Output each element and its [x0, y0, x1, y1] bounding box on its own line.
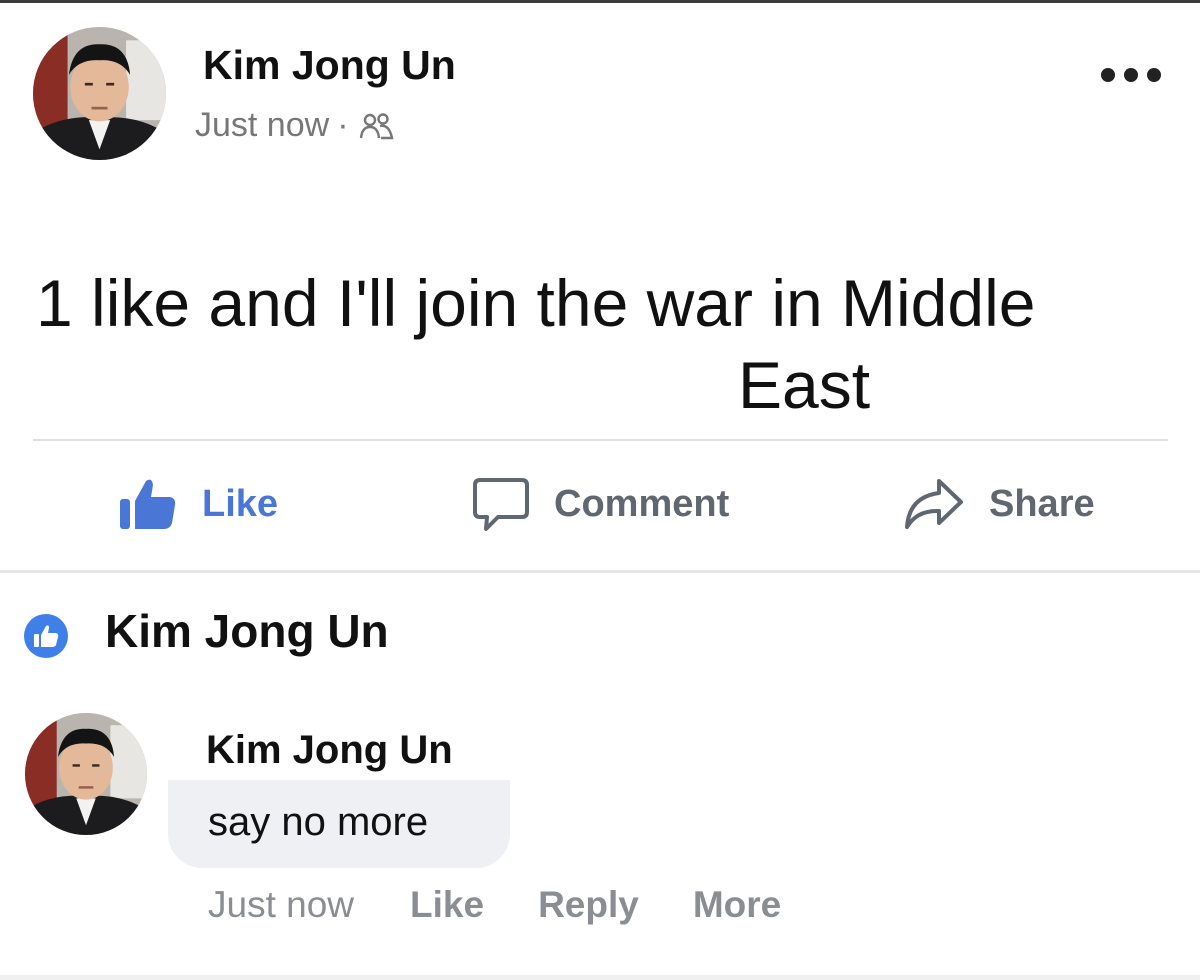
bottom-border: [0, 975, 1200, 980]
comment-icon: [473, 478, 529, 531]
like-button[interactable]: Like: [118, 476, 278, 532]
comment-more-button[interactable]: More: [693, 884, 781, 926]
friends-icon: [359, 112, 394, 139]
comment-actions: Just now Like Reply More: [208, 884, 835, 926]
like-reaction-badge: [24, 614, 68, 658]
post-author-avatar[interactable]: [33, 27, 166, 160]
share-icon: [905, 479, 963, 529]
section-divider: [0, 570, 1200, 573]
meta-separator: ·: [337, 106, 349, 144]
comment-reply-button[interactable]: Reply: [538, 884, 639, 926]
post-timestamp[interactable]: Just now: [195, 106, 329, 145]
share-button[interactable]: Share: [903, 476, 1095, 532]
more-dot: [1101, 68, 1115, 82]
post-author-name[interactable]: Kim Jong Un: [203, 42, 456, 89]
comment-button[interactable]: Comment: [472, 476, 729, 532]
more-options-icon[interactable]: [1101, 64, 1161, 86]
thumbs-up-icon: [120, 479, 176, 529]
thumbs-up-icon: [34, 625, 59, 647]
top-border: [0, 0, 1200, 3]
like-label: Like: [202, 482, 279, 525]
comment-label: Comment: [554, 482, 730, 525]
more-dot: [1124, 68, 1138, 82]
comment-text: say no more: [208, 800, 429, 844]
post-text-line-1: 1 like and I'll join the war in Middle: [36, 266, 1036, 340]
post-meta: Just now ·: [195, 106, 395, 145]
share-label: Share: [989, 482, 1095, 525]
avatar-photo: [33, 27, 166, 160]
reaction-user-name[interactable]: Kim Jong Un: [105, 604, 389, 658]
avatar-photo: [25, 713, 147, 835]
post-text-line-2: East: [738, 348, 871, 422]
comment-like-button[interactable]: Like: [410, 884, 484, 926]
comment-timestamp[interactable]: Just now: [208, 884, 354, 926]
comment-author-avatar[interactable]: [25, 713, 147, 835]
more-dot: [1147, 68, 1161, 82]
post-divider: [33, 439, 1168, 441]
post-text: 1 like and I'll join the war in Middle E…: [36, 262, 1146, 426]
comment-author-name[interactable]: Kim Jong Un: [206, 728, 453, 773]
